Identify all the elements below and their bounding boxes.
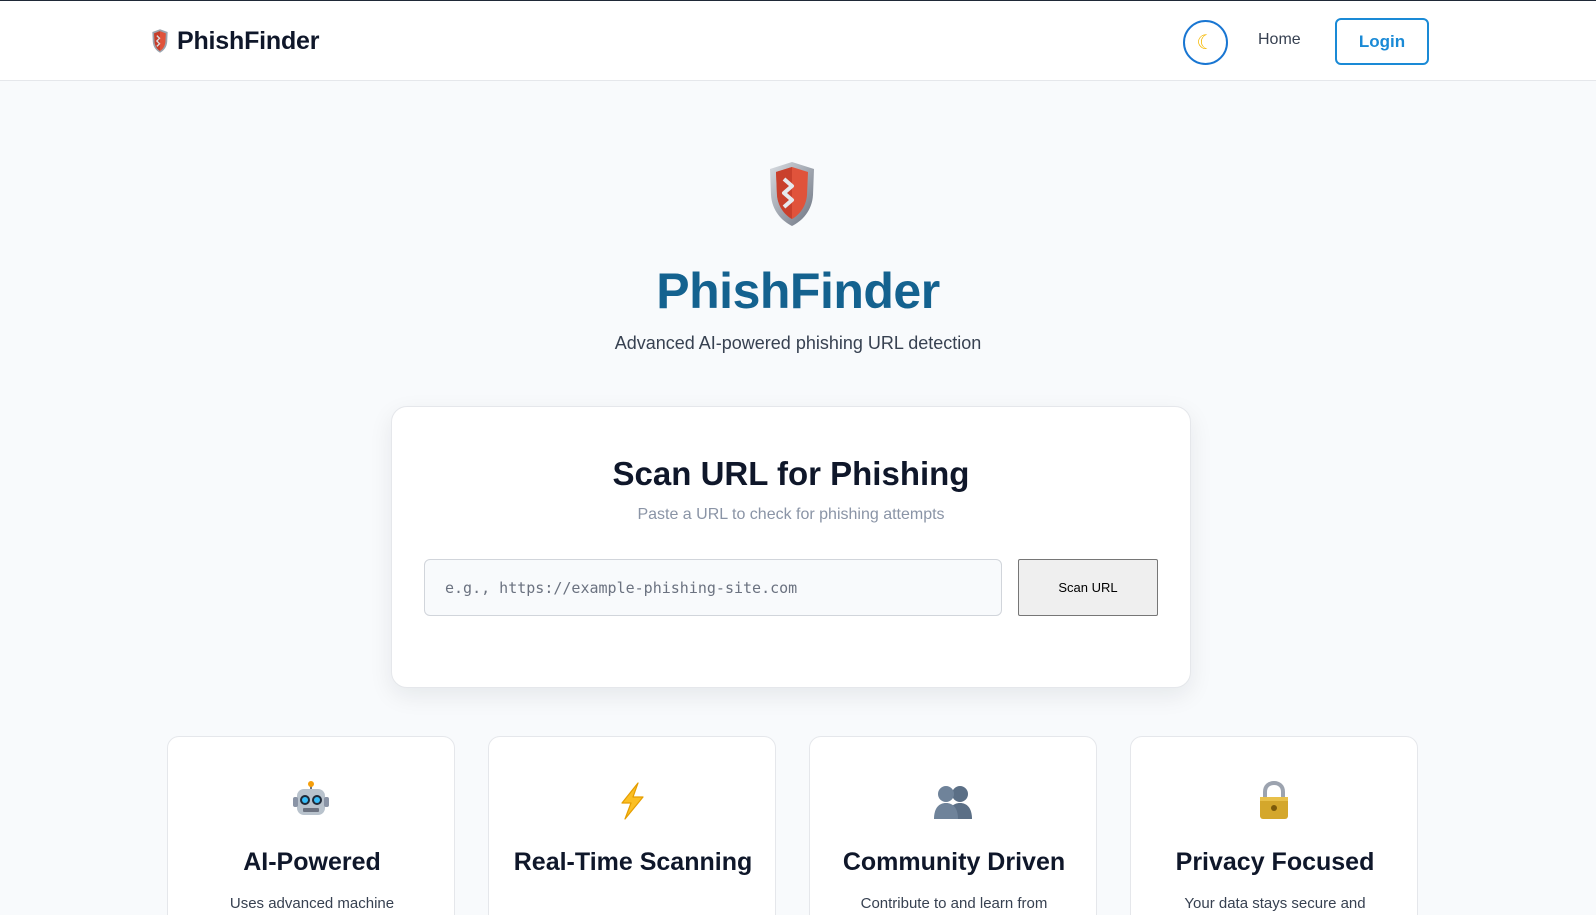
feature-card-ai-powered: AI-Powered Uses advanced machine <box>167 736 455 915</box>
feature-description: Uses advanced machine <box>229 895 395 912</box>
nav-home-link[interactable]: Home <box>1258 31 1301 49</box>
lock-icon <box>1131 781 1417 821</box>
page: PhishFinder ☾ Home Login PhishFinder Adv… <box>0 0 1596 915</box>
feature-card-real-time-scanning: Real-Time Scanning <box>488 736 776 915</box>
feature-description: Your data stays secure and <box>1184 895 1366 912</box>
theme-toggle-button[interactable]: ☾ <box>1183 20 1228 65</box>
brand-name: PhishFinder <box>177 26 320 55</box>
url-input[interactable] <box>424 559 1002 616</box>
feature-title: Real-Time Scanning <box>513 848 753 876</box>
feature-description: Contribute to and learn from <box>860 895 1048 912</box>
feature-card-community-driven: Community Driven Contribute to and learn… <box>809 736 1097 915</box>
shield-logo-icon <box>152 29 168 53</box>
scan-subtitle: Paste a URL to check for phishing attemp… <box>637 506 945 523</box>
feature-card-privacy-focused: Privacy Focused Your data stays secure a… <box>1130 736 1418 915</box>
login-button[interactable]: Login <box>1335 18 1429 65</box>
feature-title: Privacy Focused <box>1175 848 1375 876</box>
people-icon <box>810 781 1096 821</box>
lightning-icon <box>489 781 775 821</box>
feature-title: AI-Powered <box>243 848 381 876</box>
top-navbar: PhishFinder ☾ Home Login <box>0 0 1596 81</box>
scan-url-button[interactable]: Scan URL <box>1018 559 1158 616</box>
scan-title: Scan URL for Phishing <box>612 455 970 492</box>
hero-title: PhishFinder <box>656 263 940 319</box>
hero-subtitle: Advanced AI-powered phishing URL detecti… <box>614 333 982 353</box>
robot-icon <box>168 781 454 821</box>
brand[interactable]: PhishFinder <box>151 25 319 57</box>
feature-title: Community Driven <box>842 848 1066 876</box>
shield-icon <box>770 162 814 226</box>
scan-card: Scan URL for Phishing Paste a URL to che… <box>391 406 1191 688</box>
moon-icon: ☾ <box>1196 32 1215 54</box>
